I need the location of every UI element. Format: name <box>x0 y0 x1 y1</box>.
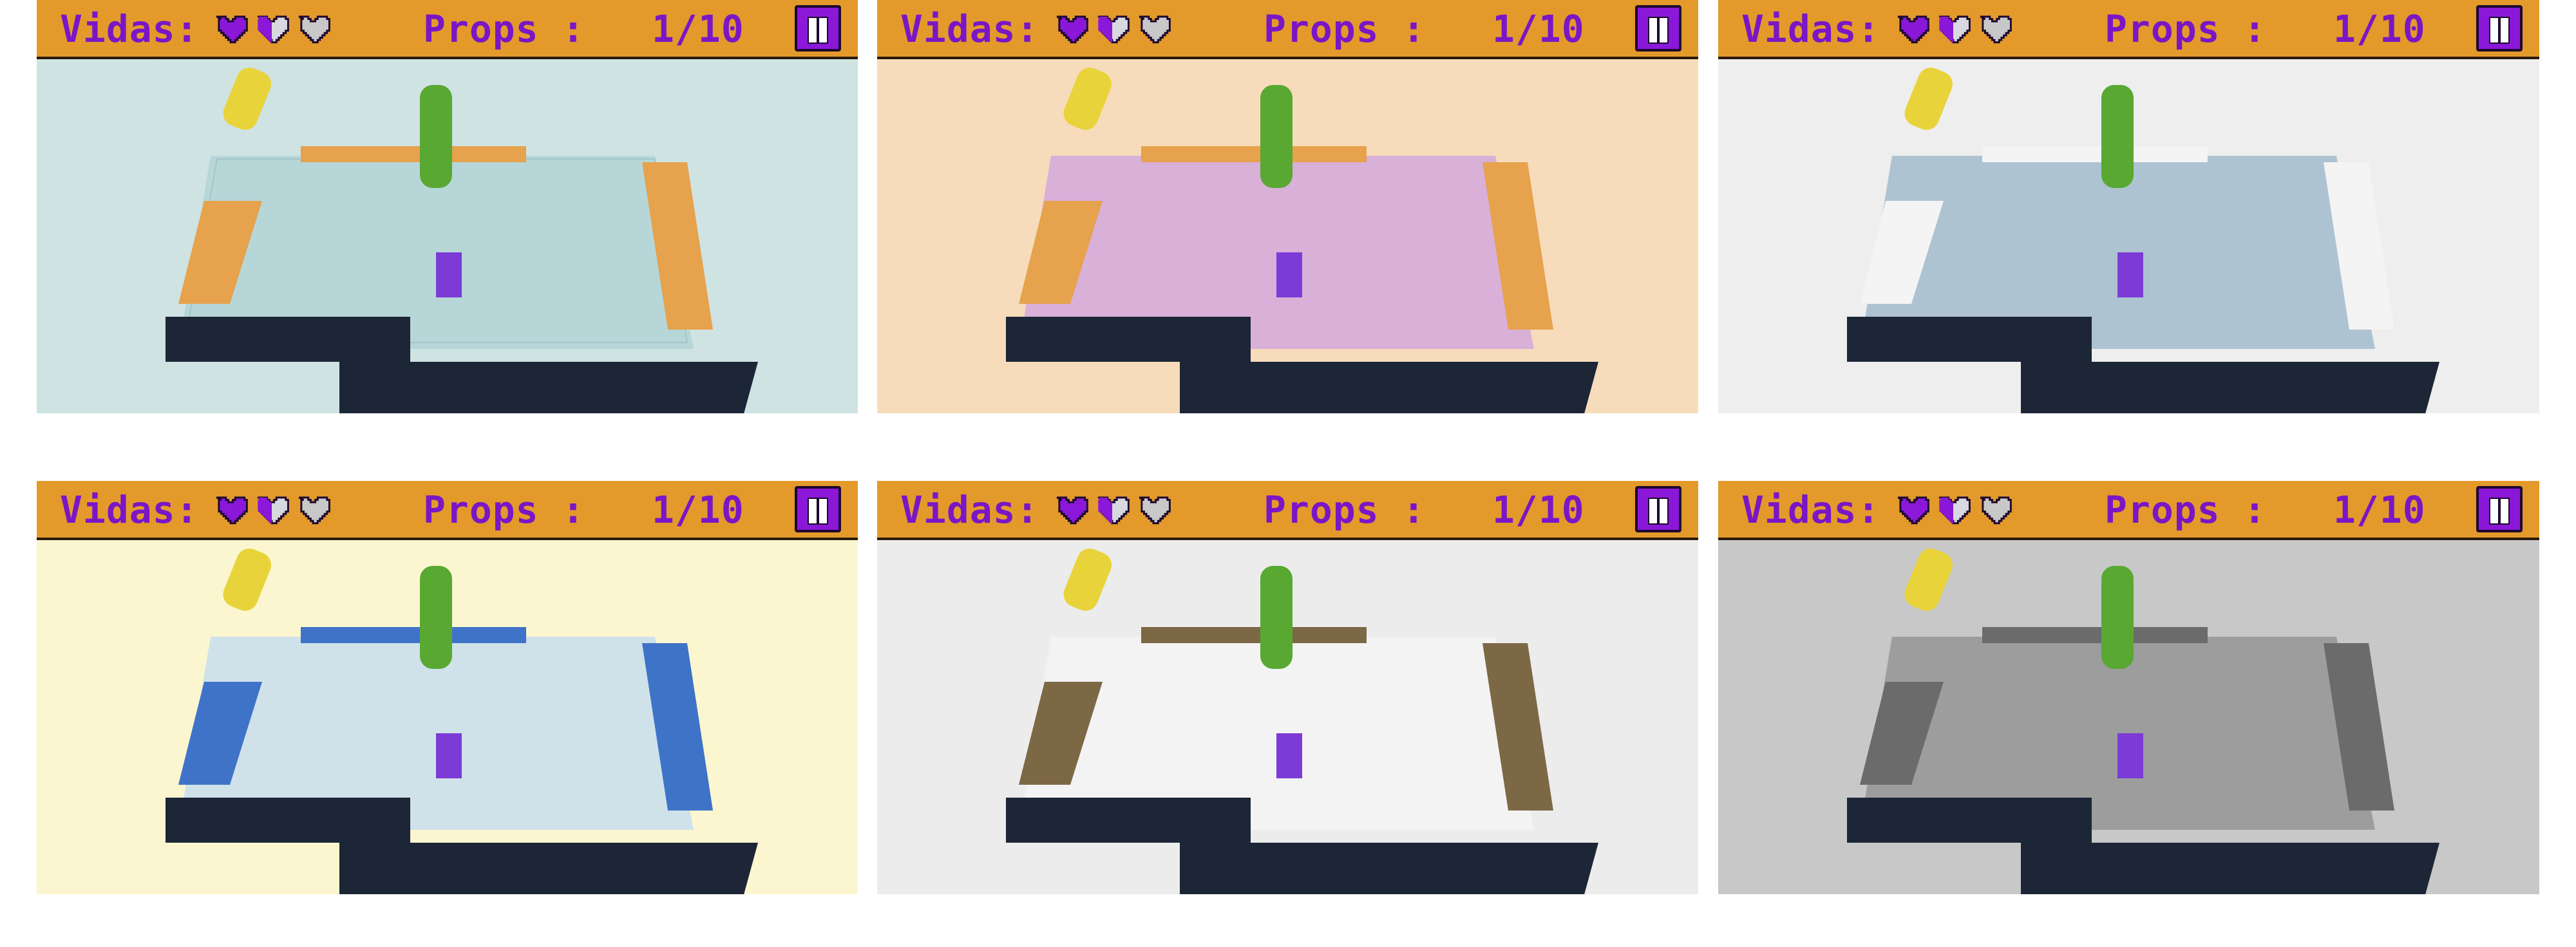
heart-full-icon <box>212 10 249 47</box>
heart-half-icon <box>1935 10 1972 47</box>
heart-full-icon <box>1893 491 1931 528</box>
lives-label: Vidas: <box>900 488 1039 532</box>
heart-half-icon <box>1094 491 1131 528</box>
hud-bar: Vidas: Props : 1/10 <box>877 481 1698 540</box>
heart-empty-icon <box>294 10 332 47</box>
heart-empty-icon <box>1976 491 2013 528</box>
hud-bar: Vidas: Props : 1/10 <box>877 0 1698 59</box>
pause-button[interactable] <box>2476 5 2523 52</box>
lives-label: Vidas: <box>1741 7 1880 51</box>
game-screen-grayscale: Vidas: Props : 1/10 <box>1718 481 2539 894</box>
props-counter: 1/10 <box>652 7 744 51</box>
game-scene <box>877 59 1698 413</box>
game-scene <box>37 540 858 894</box>
lives-hearts <box>212 491 332 528</box>
hud-bar: Vidas: Props : 1/10 <box>37 0 858 59</box>
lives-hearts <box>1893 491 2013 528</box>
heart-full-icon <box>1052 491 1090 528</box>
props-label: Props : <box>2105 7 2267 51</box>
pause-button[interactable] <box>795 5 841 52</box>
game-scene <box>877 540 1698 894</box>
lives-hearts <box>1052 10 1172 47</box>
props-label: Props : <box>423 7 585 51</box>
props-counter: 1/10 <box>2333 7 2426 51</box>
props-counter: 1/10 <box>2333 488 2426 532</box>
lives-label: Vidas: <box>60 7 199 51</box>
hud-bar: Vidas: Props : 1/10 <box>37 481 858 540</box>
heart-half-icon <box>1094 10 1131 47</box>
hud-bar: Vidas: Props : 1/10 <box>1718 481 2539 540</box>
heart-half-icon <box>253 491 290 528</box>
game-screen-teal: Vidas: Props : 1/10 <box>37 0 858 413</box>
game-scene <box>37 59 858 413</box>
props-label: Props : <box>1264 488 1426 532</box>
game-screen-light: Vidas: Props : 1/10 <box>877 481 1698 894</box>
game-scene <box>1718 59 2539 413</box>
lives-label: Vidas: <box>1741 488 1880 532</box>
lives-hearts <box>1893 10 2013 47</box>
props-counter: 1/10 <box>652 488 744 532</box>
pause-button[interactable] <box>1635 5 1681 52</box>
pause-button[interactable] <box>2476 486 2523 532</box>
lives-label: Vidas: <box>60 488 199 532</box>
game-screen-yellow: Vidas: Props : 1/10 <box>37 481 858 894</box>
heart-full-icon <box>1893 10 1931 47</box>
game-screen-white: Vidas: Props : 1/10 <box>1718 0 2539 413</box>
heart-empty-icon <box>1135 10 1172 47</box>
lives-hearts <box>1052 491 1172 528</box>
heart-empty-icon <box>1135 491 1172 528</box>
props-label: Props : <box>423 488 585 532</box>
heart-half-icon <box>253 10 290 47</box>
lives-label: Vidas: <box>900 7 1039 51</box>
heart-full-icon <box>212 491 249 528</box>
props-label: Props : <box>1264 7 1426 51</box>
game-screen-peach: Vidas: Props : 1/10 <box>877 0 1698 413</box>
game-scene <box>1718 540 2539 894</box>
props-label: Props : <box>2105 488 2267 532</box>
heart-half-icon <box>1935 491 1972 528</box>
pause-button[interactable] <box>795 486 841 532</box>
props-counter: 1/10 <box>1492 488 1585 532</box>
heart-full-icon <box>1052 10 1090 47</box>
heart-empty-icon <box>1976 10 2013 47</box>
lives-hearts <box>212 10 332 47</box>
hud-bar: Vidas: Props : 1/10 <box>1718 0 2539 59</box>
pause-button[interactable] <box>1635 486 1681 532</box>
heart-empty-icon <box>294 491 332 528</box>
props-counter: 1/10 <box>1492 7 1585 51</box>
